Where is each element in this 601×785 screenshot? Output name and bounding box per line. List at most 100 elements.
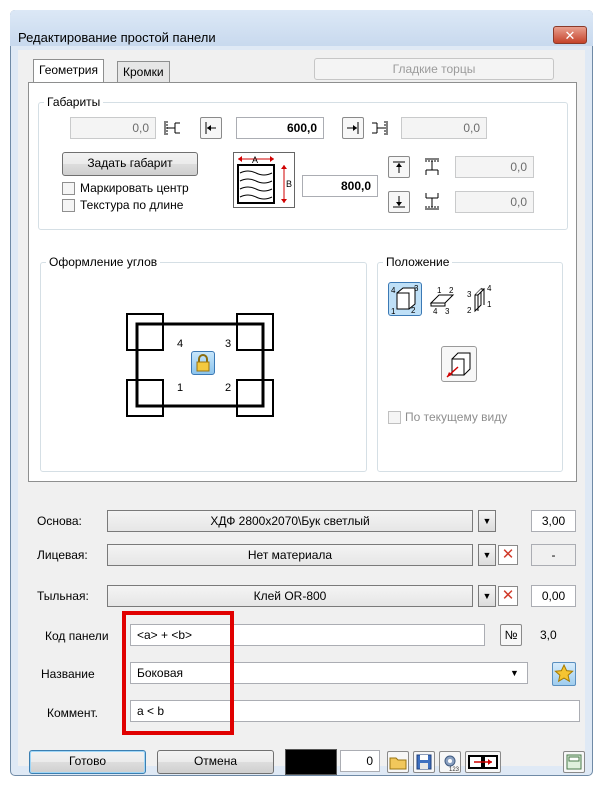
open-file-button[interactable] xyxy=(387,751,409,773)
align-right-button[interactable] xyxy=(342,117,364,139)
svg-text:A: A xyxy=(252,155,258,165)
tab-geometry[interactable]: Геометрия xyxy=(33,59,104,83)
color-index-field[interactable]: 0 xyxy=(340,750,380,772)
panel-front-icon: 4 3 1 2 xyxy=(391,284,419,316)
svg-text:4: 4 xyxy=(177,338,183,350)
svg-text:123: 123 xyxy=(449,767,460,772)
bottom-offset-icon xyxy=(422,190,442,212)
right-offset-icon xyxy=(369,119,391,137)
current-view-checkbox[interactable] xyxy=(388,411,401,424)
align-left-button[interactable] xyxy=(200,117,222,139)
view-direction-button[interactable] xyxy=(441,346,477,382)
back-material-combo[interactable]: Клей OR-800 xyxy=(107,585,473,607)
split-panel-icon xyxy=(468,755,498,769)
align-bottom-button[interactable] xyxy=(388,191,410,213)
color-swatch[interactable] xyxy=(285,749,337,775)
left-offset-field[interactable]: 0,0 xyxy=(70,117,156,139)
favorites-button[interactable] xyxy=(552,662,576,686)
top-offset-field[interactable]: 0,0 xyxy=(455,156,534,178)
lock-icon xyxy=(196,354,210,372)
align-bottom-icon xyxy=(393,196,405,208)
calculator-button[interactable] xyxy=(563,751,585,773)
chevron-down-icon: ▼ xyxy=(482,591,492,601)
corner-2-box xyxy=(236,379,274,417)
panel-number-button[interactable]: № xyxy=(500,624,522,646)
base-material-dropdown[interactable]: ▼ xyxy=(478,510,496,532)
texture-length-label: Текстура по длине xyxy=(80,198,184,212)
svg-text:1: 1 xyxy=(487,300,492,309)
highlight-box xyxy=(122,611,234,735)
close-button[interactable]: ✕ xyxy=(553,26,587,44)
dimensions-group-label: Габариты xyxy=(44,95,104,109)
face-material-label: Лицевая: xyxy=(37,548,88,562)
save-icon xyxy=(416,754,432,770)
smooth-ends-button[interactable]: Гладкие торцы xyxy=(314,58,554,80)
back-thickness-field[interactable]: 0,00 xyxy=(531,585,576,607)
corner-1-box xyxy=(126,379,164,417)
panel-code-label: Код панели xyxy=(45,629,109,643)
texture-length-checkbox[interactable] xyxy=(62,199,75,212)
cancel-button[interactable]: Отмена xyxy=(157,750,274,774)
panel-name-label: Название xyxy=(41,667,95,681)
gear-icon: 123 xyxy=(444,755,460,773)
svg-text:3: 3 xyxy=(445,307,450,315)
tab-edges[interactable]: Кромки xyxy=(117,61,170,82)
chevron-down-icon: ▼ xyxy=(510,668,519,678)
split-panel-button[interactable] xyxy=(465,751,501,773)
chevron-down-icon: ▼ xyxy=(482,516,492,526)
folder-icon xyxy=(389,757,407,770)
svg-text:3: 3 xyxy=(414,284,419,293)
svg-text:3: 3 xyxy=(467,290,472,299)
svg-text:2: 2 xyxy=(449,286,454,295)
svg-text:3: 3 xyxy=(225,338,231,350)
svg-text:2: 2 xyxy=(467,306,472,315)
position-horizontal-button[interactable]: 1 2 4 3 xyxy=(424,282,458,316)
base-material-label: Основа: xyxy=(37,514,82,528)
svg-text:4: 4 xyxy=(433,307,438,315)
face-material-combo[interactable]: Нет материала xyxy=(107,544,473,566)
svg-text:4: 4 xyxy=(391,286,396,295)
back-material-dropdown[interactable]: ▼ xyxy=(478,585,496,607)
width-field[interactable]: 600,0 xyxy=(236,117,324,139)
face-thickness-field[interactable]: - xyxy=(531,544,576,566)
height-field[interactable]: 800,0 xyxy=(302,175,378,197)
close-icon: ✕ xyxy=(501,587,515,604)
bottom-offset-field[interactable]: 0,0 xyxy=(455,191,534,213)
base-material-combo[interactable]: ХДФ 2800x2070\Бук светлый xyxy=(107,510,473,532)
calculator-icon xyxy=(566,754,582,770)
save-button[interactable] xyxy=(413,751,435,773)
panel-name-dropdown[interactable]: ▼ xyxy=(510,664,519,682)
corner-4-box xyxy=(126,313,164,351)
top-offset-icon xyxy=(422,156,442,178)
corners-lock-button[interactable] xyxy=(191,351,215,375)
face-material-dropdown[interactable]: ▼ xyxy=(478,544,496,566)
align-top-icon xyxy=(393,161,405,173)
star-icon xyxy=(554,663,574,683)
align-right-icon xyxy=(347,122,359,134)
svg-text:4: 4 xyxy=(487,284,492,293)
ok-button[interactable]: Готово xyxy=(29,750,146,774)
comment-label: Коммент. xyxy=(47,706,98,720)
back-material-clear-button[interactable]: ✕ xyxy=(498,586,518,606)
mark-center-checkbox[interactable] xyxy=(62,182,75,195)
base-thickness-field[interactable]: 3,00 xyxy=(531,510,576,532)
panel-horizontal-icon: 1 2 4 3 xyxy=(429,286,455,316)
position-front-button[interactable]: 4 3 1 2 xyxy=(388,282,422,316)
panel-size-diagram-icon: A B xyxy=(237,155,292,204)
set-size-button[interactable]: Задать габарит xyxy=(62,152,198,176)
svg-text:1: 1 xyxy=(391,307,396,315)
right-offset-field[interactable]: 0,0 xyxy=(401,117,487,139)
position-group-label: Положение xyxy=(383,255,453,269)
panel-number-value: 3,0 xyxy=(540,628,557,642)
position-side-button[interactable]: 3 4 2 1 xyxy=(462,282,496,316)
svg-text:1: 1 xyxy=(437,286,442,295)
svg-text:2: 2 xyxy=(225,382,231,394)
close-icon: ✕ xyxy=(501,546,515,563)
face-material-clear-button[interactable]: ✕ xyxy=(498,545,518,565)
align-top-button[interactable] xyxy=(388,156,410,178)
corners-group-label: Оформление углов xyxy=(46,255,161,269)
left-offset-icon xyxy=(161,119,183,137)
panel-size-diagram: A B xyxy=(233,152,295,208)
view-direction-icon xyxy=(446,352,471,378)
parameters-button[interactable]: 123 xyxy=(439,751,461,773)
